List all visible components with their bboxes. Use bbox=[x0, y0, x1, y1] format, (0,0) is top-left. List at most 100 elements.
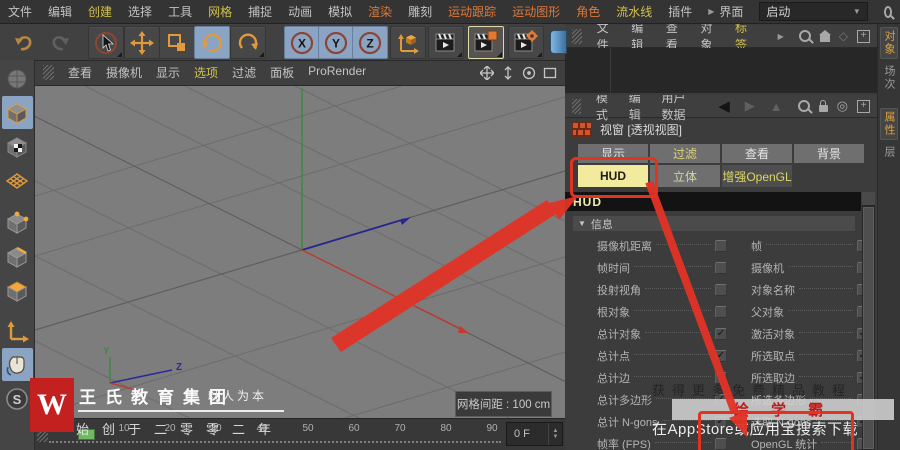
settings-tab[interactable]: 查看 bbox=[722, 144, 792, 163]
add-object-icon[interactable]: + bbox=[857, 29, 870, 43]
points-mode-button[interactable] bbox=[2, 205, 33, 238]
lock-icon[interactable] bbox=[818, 100, 828, 112]
viewport-menu-item[interactable]: 摄像机 bbox=[106, 64, 142, 81]
panel-grip[interactable] bbox=[572, 98, 581, 114]
enable-axis-button[interactable] bbox=[2, 314, 33, 347]
menu-item[interactable]: 创建 bbox=[88, 3, 112, 20]
hud-option-checkbox[interactable]: ✓ bbox=[715, 416, 727, 428]
search-icon[interactable] bbox=[797, 100, 810, 112]
texture-mode-button[interactable] bbox=[2, 130, 33, 163]
rotate-tool[interactable] bbox=[194, 26, 230, 59]
viewport-menu-item[interactable]: 显示 bbox=[156, 64, 180, 81]
hud-option-checkbox[interactable]: ✓ bbox=[715, 394, 727, 406]
menu-item[interactable]: 角色 bbox=[576, 3, 600, 20]
model-mode-button[interactable] bbox=[1, 96, 33, 129]
viewport-menu-item[interactable]: 面板 bbox=[270, 64, 294, 81]
undo-button[interactable] bbox=[6, 26, 42, 59]
y-axis-lock-button[interactable]: Y bbox=[318, 26, 354, 59]
render-to-picture-viewer-button[interactable] bbox=[468, 26, 504, 59]
live-selection-tool[interactable] bbox=[88, 26, 124, 59]
pan-view-icon[interactable] bbox=[480, 65, 494, 80]
manager-tab[interactable]: 对象 bbox=[880, 27, 898, 59]
hud-option-checkbox[interactable]: ✓ bbox=[715, 350, 727, 362]
menu-item[interactable]: 模拟 bbox=[328, 3, 352, 20]
menu-item[interactable]: 文件 bbox=[8, 3, 32, 20]
panel-grip[interactable] bbox=[572, 28, 582, 44]
hud-option-checkbox[interactable]: ✓ bbox=[715, 438, 727, 450]
current-frame-marker[interactable] bbox=[78, 429, 95, 440]
viewport-menu-item[interactable]: 查看 bbox=[68, 64, 92, 81]
frame-stepper[interactable]: ▲ ▼ bbox=[548, 423, 562, 445]
panel-grip[interactable] bbox=[43, 65, 54, 80]
menu-item[interactable]: 渲染 bbox=[368, 3, 392, 20]
viewport-menu-item[interactable]: 选项 bbox=[194, 64, 218, 81]
timeline-track[interactable] bbox=[49, 441, 501, 443]
history-forward-icon[interactable]: ▶ bbox=[745, 98, 755, 114]
redo-button[interactable] bbox=[42, 26, 78, 59]
sculpt-mode-button[interactable] bbox=[2, 62, 33, 95]
manager-tab[interactable]: 场次 bbox=[880, 62, 898, 94]
content-browser-partial-icon[interactable] bbox=[550, 30, 567, 54]
settings-tab[interactable]: 显示 bbox=[578, 144, 648, 163]
settings-tab[interactable]: 过滤 bbox=[650, 144, 720, 163]
scrollbar-thumb[interactable] bbox=[863, 207, 874, 449]
settings-tab[interactable]: HUD bbox=[578, 165, 648, 187]
more-menu-icon[interactable]: ▶ bbox=[778, 32, 784, 41]
menu-item[interactable]: 编辑 bbox=[48, 3, 72, 20]
am-menu-item[interactable]: 模式 bbox=[596, 95, 614, 123]
viewport-menu-item[interactable]: ProRender bbox=[308, 64, 366, 81]
z-axis-lock-button[interactable]: Z bbox=[352, 26, 388, 59]
am-menu-item[interactable]: 用户数据 bbox=[662, 95, 698, 123]
snap-button[interactable]: S bbox=[2, 382, 33, 415]
menu-item[interactable]: 流水线 bbox=[616, 3, 652, 20]
layout-dropdown[interactable]: 启动 ▼ bbox=[759, 2, 868, 21]
polygons-mode-button[interactable] bbox=[2, 273, 33, 306]
scale-tool[interactable] bbox=[159, 26, 195, 59]
manager-tab[interactable]: 层 bbox=[880, 143, 898, 162]
am-menu-item[interactable]: 编辑 bbox=[629, 95, 647, 123]
path-icon[interactable]: ◇ bbox=[839, 29, 848, 43]
viewport-canvas[interactable]: Y Z X 网格间距 : 100 cm bbox=[35, 86, 565, 418]
menu-item[interactable]: 工具 bbox=[168, 3, 192, 20]
toggle-view-icon[interactable] bbox=[543, 66, 557, 80]
history-back-icon[interactable]: ◀ bbox=[718, 97, 730, 115]
scroll-up-icon[interactable] bbox=[862, 192, 875, 205]
coordinate-system-button[interactable] bbox=[390, 26, 426, 59]
timeline-ruler[interactable]: 10 20 30 40 50 60 70 80 90 bbox=[101, 423, 515, 434]
last-used-tool[interactable] bbox=[230, 26, 266, 59]
track-focus-icon[interactable]: ◎ bbox=[837, 98, 848, 114]
tweak-mode-button[interactable] bbox=[1, 348, 33, 381]
manager-tab[interactable]: 属性 bbox=[880, 108, 898, 140]
edges-mode-button[interactable] bbox=[2, 239, 33, 272]
menu-item-interface[interactable]: 界面 bbox=[719, 3, 743, 20]
menu-item[interactable]: 网格 bbox=[208, 3, 232, 20]
search-icon[interactable] bbox=[883, 5, 892, 18]
new-panel-icon[interactable]: + bbox=[857, 99, 870, 113]
panel-grip[interactable] bbox=[37, 427, 48, 442]
menu-item[interactable]: 插件 bbox=[668, 3, 692, 20]
info-group-header[interactable]: ▼ 信息 bbox=[573, 216, 855, 231]
rotate-view-icon[interactable] bbox=[522, 66, 536, 80]
workplane-mode-button[interactable] bbox=[2, 164, 33, 197]
menu-item[interactable]: 运动跟踪 bbox=[448, 3, 496, 20]
frame-number-field[interactable]: 0 F ▲ ▼ bbox=[506, 422, 563, 446]
settings-tab[interactable]: 增强OpenGL bbox=[722, 165, 792, 187]
viewport-menu-item[interactable]: 过滤 bbox=[232, 64, 256, 81]
hud-option-checkbox[interactable]: ✓ bbox=[715, 262, 727, 274]
object-list[interactable] bbox=[565, 48, 877, 93]
hud-option-checkbox[interactable]: ✓ bbox=[715, 372, 727, 384]
menu-item[interactable]: 雕刻 bbox=[408, 3, 432, 20]
home-icon[interactable] bbox=[818, 30, 831, 42]
search-icon[interactable] bbox=[798, 30, 811, 42]
settings-tab[interactable]: 背景 bbox=[794, 144, 864, 163]
hud-option-checkbox[interactable]: ✓ bbox=[715, 306, 727, 318]
render-settings-button[interactable] bbox=[508, 26, 544, 59]
menu-item[interactable]: 动画 bbox=[288, 3, 312, 20]
x-axis-lock-button[interactable]: X bbox=[284, 26, 320, 59]
menu-item[interactable]: 运动图形 bbox=[512, 3, 560, 20]
hud-option-checkbox[interactable]: ✓ bbox=[715, 328, 727, 340]
settings-tab[interactable]: 立体 bbox=[650, 165, 720, 187]
attribute-scrollbar[interactable] bbox=[862, 192, 875, 450]
menu-item[interactable]: 选择 bbox=[128, 3, 152, 20]
hud-option-checkbox[interactable]: ✓ bbox=[715, 240, 727, 252]
